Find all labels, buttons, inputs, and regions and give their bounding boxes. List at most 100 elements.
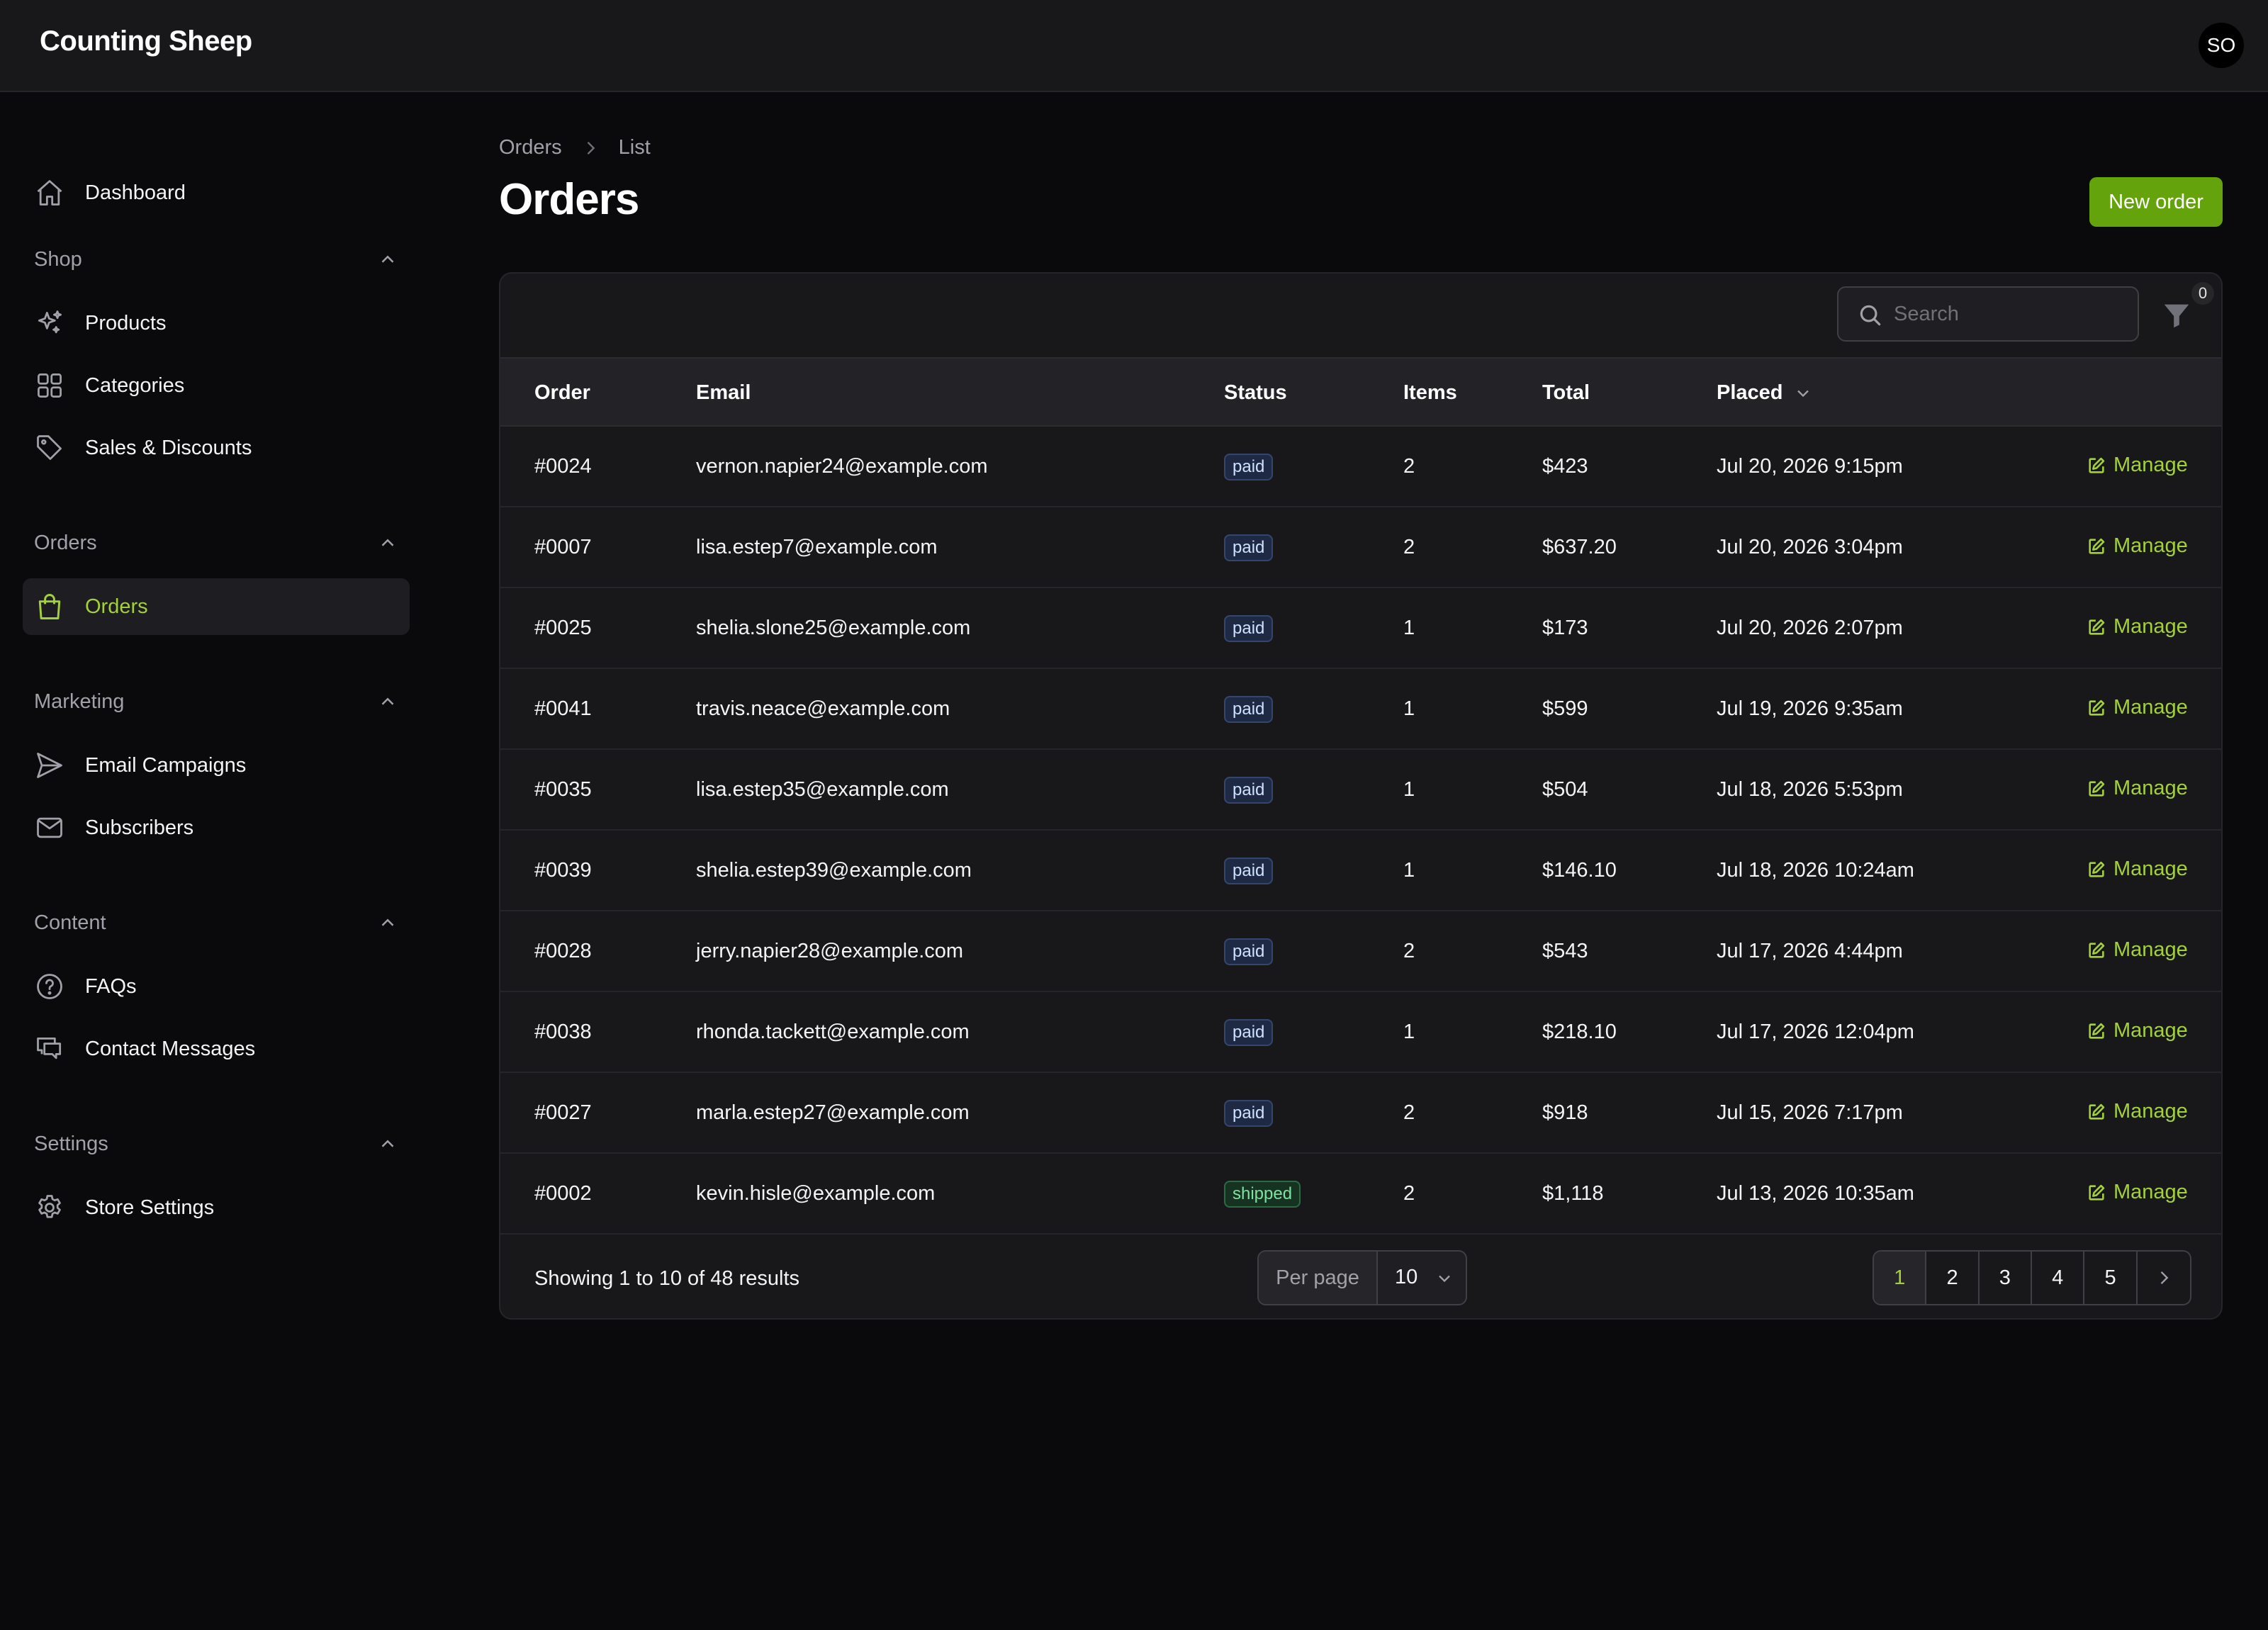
manage-link[interactable]: Manage <box>2087 858 2188 881</box>
chevron-right-icon <box>587 141 595 154</box>
sidebar-item-label: Orders <box>85 595 148 618</box>
order-items: 1 <box>1403 617 1415 639</box>
breadcrumb-orders-link[interactable]: Orders <box>499 136 562 159</box>
edit-icon <box>2089 1103 2105 1120</box>
chevron-up-icon <box>381 255 394 263</box>
order-items: 1 <box>1403 697 1415 720</box>
order-items: 2 <box>1403 1101 1415 1124</box>
page-button-2[interactable]: 2 <box>1926 1252 1980 1304</box>
table-row: #0035 lisa.estep35@example.com paid 1 $504 Ju… <box>500 750 2221 831</box>
section-toggle-shop[interactable]: Shop <box>34 245 398 274</box>
order-number: #0035 <box>534 778 592 801</box>
sidebar-item-label: Store Settings <box>85 1196 215 1219</box>
manage-link[interactable]: Manage <box>2087 534 2188 558</box>
manage-label: Manage <box>2113 1181 2188 1203</box>
top-bar: Counting Sheep SO <box>0 0 2268 92</box>
order-total: $504 <box>1542 778 1588 801</box>
section-toggle-settings[interactable]: Settings <box>34 1130 398 1158</box>
search-icon <box>1860 305 1881 326</box>
search-input[interactable] <box>1894 288 2128 340</box>
table-row: #0041 travis.neace@example.com paid 1 $599 Ju… <box>500 669 2221 750</box>
sidebar-item-store-settings[interactable]: Store Settings <box>23 1179 410 1236</box>
page-button-1[interactable]: 1 <box>1874 1252 1927 1304</box>
edit-icon <box>2089 861 2105 877</box>
chevron-down-icon <box>1439 1275 1450 1283</box>
sidebar-item-dashboard[interactable]: Dashboard <box>23 164 410 221</box>
manage-link[interactable]: Manage <box>2087 1019 2188 1042</box>
table-row: #0024 vernon.napier24@example.com paid 2 $42… <box>500 427 2221 507</box>
tag-icon <box>34 432 65 463</box>
sidebar-item-subscribers[interactable]: Subscribers <box>23 799 410 856</box>
order-placed: Jul 20, 2026 2:07pm <box>1717 617 1903 639</box>
manage-link[interactable]: Manage <box>2087 696 2188 719</box>
new-order-button[interactable]: New order <box>2089 177 2223 227</box>
order-items: 1 <box>1403 1021 1415 1043</box>
order-total: $146.10 <box>1542 859 1617 882</box>
manage-label: Manage <box>2113 938 2188 961</box>
status-badge: paid <box>1224 1019 1274 1046</box>
shopping-bag-icon <box>34 591 65 622</box>
chevron-down-icon <box>1797 390 1809 397</box>
sidebar-item-contact-messages[interactable]: Contact Messages <box>23 1021 410 1077</box>
table-row: #0028 jerry.napier28@example.com paid 2 $543… <box>500 911 2221 992</box>
page-button-4[interactable]: 4 <box>2032 1252 2085 1304</box>
order-email: travis.neace@example.com <box>696 697 950 720</box>
paper-plane-icon <box>34 750 65 781</box>
sidebar-item-categories[interactable]: Categories <box>23 357 410 414</box>
next-page-button[interactable] <box>2138 1252 2190 1304</box>
sidebar-item-products[interactable]: Products <box>23 295 410 352</box>
section-toggle-content[interactable]: Content <box>34 909 398 937</box>
manage-link[interactable]: Manage <box>2087 615 2188 639</box>
sidebar-item-label: Products <box>85 311 167 335</box>
per-page-value: 10 <box>1395 1266 1418 1288</box>
results-summary: Showing 1 to 10 of 48 results <box>534 1267 800 1290</box>
sidebar-item-label: Subscribers <box>85 816 194 839</box>
page-button-3[interactable]: 3 <box>1980 1252 2033 1304</box>
per-page-select[interactable]: Per page 10 <box>1257 1250 1467 1305</box>
order-placed: Jul 19, 2026 9:35am <box>1717 697 1903 720</box>
order-number: #0007 <box>534 536 592 558</box>
order-total: $543 <box>1542 940 1588 962</box>
sidebar-item-sales-discounts[interactable]: Sales & Discounts <box>23 420 410 476</box>
order-total: $218.10 <box>1542 1021 1617 1043</box>
page-button-5[interactable]: 5 <box>2084 1252 2138 1304</box>
search-field[interactable] <box>1837 286 2139 342</box>
sidebar-item-orders[interactable]: Orders <box>23 578 410 635</box>
manage-link[interactable]: Manage <box>2087 1100 2188 1123</box>
manage-link[interactable]: Manage <box>2087 1181 2188 1204</box>
app-brand[interactable]: Counting Sheep <box>40 26 252 57</box>
order-email: lisa.estep7@example.com <box>696 536 938 558</box>
manage-link[interactable]: Manage <box>2087 938 2188 962</box>
edit-icon <box>2089 942 2105 958</box>
breadcrumb-current: List <box>618 136 651 159</box>
order-number: #0002 <box>534 1182 592 1205</box>
section-toggle-marketing[interactable]: Marketing <box>34 687 398 716</box>
manage-label: Manage <box>2113 1100 2188 1123</box>
order-number: #0025 <box>534 617 592 639</box>
orders-table-card: 0 Order Email Status Items Total Placed … <box>499 272 2223 1320</box>
manage-link[interactable]: Manage <box>2087 777 2188 800</box>
column-header-placed-sort[interactable]: Placed <box>1717 381 1813 405</box>
sidebar-item-label: Categories <box>85 373 185 397</box>
section-toggle-orders[interactable]: Orders <box>34 529 398 557</box>
column-header-status: Status <box>1224 381 1287 404</box>
manage-label: Manage <box>2113 858 2188 880</box>
order-placed: Jul 17, 2026 12:04pm <box>1717 1021 1914 1043</box>
order-email: kevin.hisle@example.com <box>696 1182 936 1205</box>
filter-icon[interactable] <box>2160 299 2193 332</box>
user-avatar[interactable]: SO <box>2199 23 2244 68</box>
envelope-icon <box>34 812 65 843</box>
pagination: 12345 <box>1873 1250 2191 1305</box>
section-title: Orders <box>34 531 97 554</box>
manage-link[interactable]: Manage <box>2087 454 2188 477</box>
section-title: Settings <box>34 1132 108 1155</box>
chat-bubbles-icon <box>34 1033 65 1064</box>
sidebar-item-email-campaigns[interactable]: Email Campaigns <box>23 737 410 794</box>
order-placed: Jul 20, 2026 3:04pm <box>1717 536 1903 558</box>
sidebar-item-faqs[interactable]: FAQs <box>23 958 410 1015</box>
table-row: #0027 marla.estep27@example.com paid 2 $918 J… <box>500 1073 2221 1154</box>
order-placed: Jul 15, 2026 7:17pm <box>1717 1101 1903 1124</box>
sidebar-item-label: Sales & Discounts <box>85 436 252 459</box>
column-header-placed: Placed <box>1717 381 1783 404</box>
order-email: marla.estep27@example.com <box>696 1101 970 1124</box>
